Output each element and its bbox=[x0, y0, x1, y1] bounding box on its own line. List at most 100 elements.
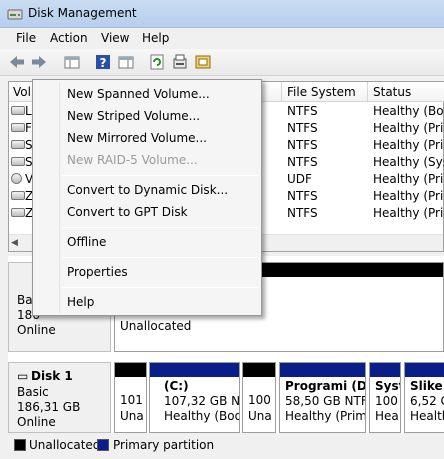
menu-item-offline[interactable]: Offline bbox=[67, 235, 106, 249]
properties-icon[interactable] bbox=[117, 53, 135, 71]
partition-title: Syst bbox=[375, 379, 400, 393]
file-system-cell: UDF bbox=[287, 172, 312, 186]
file-system-cell: NTFS bbox=[287, 189, 318, 203]
partition-size: 101 bbox=[120, 393, 143, 407]
volume-icon bbox=[11, 140, 25, 149]
legend-primary-partition: Primary partition bbox=[113, 438, 215, 452]
cd-drive-icon bbox=[11, 173, 22, 184]
partition-size: 6,52 G bbox=[410, 394, 444, 408]
volume-name-partial: L bbox=[25, 104, 32, 118]
unallocated-swatch bbox=[14, 439, 26, 451]
partition-d[interactable]: Programi (D: 58,50 GB NTFS Healthy (Prim bbox=[279, 362, 366, 433]
partition-status: Healthy (Boot, bbox=[164, 409, 239, 423]
partition-title: Slike bbox=[410, 379, 443, 393]
partition-label: Unallocated bbox=[120, 319, 192, 333]
menu-separator bbox=[62, 175, 258, 176]
menu-item-convert-to-gpt-disk[interactable]: Convert to GPT Disk bbox=[67, 205, 188, 219]
menu-item-new-striped-volume[interactable]: New Striped Volume... bbox=[67, 109, 200, 123]
partition-slike[interactable]: Slike 6,52 G Health bbox=[404, 362, 444, 433]
file-system-cell: NTFS bbox=[287, 206, 318, 220]
volume-icon bbox=[11, 106, 25, 115]
file-system-cell: NTFS bbox=[287, 104, 318, 118]
volume-icon bbox=[11, 123, 25, 132]
menu-item-new-raid5-volume: New RAID-5 Volume... bbox=[67, 153, 198, 167]
legend-unallocated: Unallocated bbox=[29, 438, 101, 452]
partition-unallocated[interactable]: 100 Una bbox=[242, 362, 276, 433]
partition-status: Una bbox=[120, 409, 144, 423]
disk-1-size: 186,31 GB bbox=[17, 400, 81, 414]
file-system-cell: NTFS bbox=[287, 138, 318, 152]
refresh-icon[interactable] bbox=[148, 53, 166, 71]
partition-status: Healthy (Prim bbox=[285, 409, 366, 423]
disk-icon: ▭ bbox=[17, 369, 29, 383]
disk-1-status: Online bbox=[17, 415, 56, 429]
partition-title: (C:) bbox=[164, 379, 189, 393]
partition-status: Hea bbox=[375, 409, 399, 423]
help-icon[interactable]: ? bbox=[94, 53, 112, 71]
column-divider[interactable] bbox=[281, 82, 282, 102]
primary-partition-swatch bbox=[97, 439, 109, 451]
partition-status: Una bbox=[248, 409, 272, 423]
svg-text:?: ? bbox=[100, 56, 107, 70]
status-cell: Healthy (Prim bbox=[373, 121, 444, 135]
title-bar: Disk Management bbox=[0, 0, 444, 28]
file-system-cell: NTFS bbox=[287, 121, 318, 135]
volume-icon bbox=[11, 208, 25, 217]
unallocated-bar bbox=[243, 363, 275, 377]
volume-name-partial: F bbox=[25, 121, 32, 135]
column-file-system[interactable]: File System bbox=[287, 85, 356, 99]
primary-bar bbox=[280, 363, 365, 377]
menu-item-new-mirrored-volume[interactable]: New Mirrored Volume... bbox=[67, 131, 207, 145]
disk-management-icon bbox=[7, 9, 23, 20]
menu-view[interactable]: View bbox=[101, 31, 129, 45]
partition-status: Health bbox=[410, 409, 444, 423]
menu-help[interactable]: Help bbox=[142, 31, 169, 45]
disk-1-row[interactable]: ▭ Disk 1 Basic 186,31 GB Online 101 Una … bbox=[8, 362, 444, 433]
legend: Unallocated Primary partition bbox=[8, 435, 444, 455]
partition-size: 100 bbox=[375, 394, 398, 408]
status-cell: Healthy (Prim bbox=[373, 138, 444, 152]
menu-bar: File Action View Help bbox=[0, 28, 444, 49]
scroll-left-icon[interactable]: ◀ bbox=[11, 238, 18, 248]
menu-item-help[interactable]: Help bbox=[67, 295, 94, 309]
console-tree-icon[interactable] bbox=[63, 53, 81, 71]
menu-file[interactable]: File bbox=[16, 31, 36, 45]
back-arrow-icon[interactable] bbox=[8, 53, 26, 71]
disk-1-name: Disk 1 bbox=[31, 369, 73, 383]
forward-arrow-icon[interactable] bbox=[30, 53, 48, 71]
menu-item-convert-to-dynamic-disk[interactable]: Convert to Dynamic Disk... bbox=[67, 183, 228, 197]
partition-system[interactable]: Syst 100 Hea bbox=[369, 362, 401, 433]
menu-action[interactable]: Action bbox=[50, 31, 88, 45]
column-status[interactable]: Status bbox=[373, 85, 411, 99]
volume-icon bbox=[11, 191, 25, 200]
file-system-cell: NTFS bbox=[287, 155, 318, 169]
primary-bar bbox=[150, 363, 239, 377]
window-title: Disk Management bbox=[28, 6, 137, 20]
menu-item-properties[interactable]: Properties bbox=[67, 265, 128, 279]
partition-size: 107,32 GB NTF bbox=[164, 394, 240, 408]
primary-bar bbox=[370, 363, 400, 377]
wizard-icon[interactable] bbox=[194, 53, 212, 71]
volume-icon bbox=[11, 157, 25, 166]
disk-0-status: Online bbox=[17, 323, 56, 337]
menu-item-new-spanned-volume[interactable]: New Spanned Volume... bbox=[67, 87, 210, 101]
toolbar: ? bbox=[0, 49, 444, 76]
partition-c[interactable]: (C:) 107,32 GB NTF Healthy (Boot, bbox=[149, 362, 240, 433]
disk-1-label[interactable]: ▭ Disk 1 Basic 186,31 GB Online bbox=[8, 362, 111, 433]
rescan-icon[interactable] bbox=[171, 53, 189, 71]
status-cell: Healthy (Prim bbox=[373, 189, 444, 203]
status-cell: Healthy (Prim bbox=[373, 172, 444, 186]
partition-size: 58,50 GB NTFS bbox=[285, 394, 365, 408]
status-cell: Healthy (Prim bbox=[373, 206, 444, 220]
partition-title: Programi (D: bbox=[285, 379, 366, 393]
primary-bar bbox=[405, 363, 444, 377]
unallocated-bar bbox=[115, 363, 146, 377]
status-cell: Healthy (Syste bbox=[373, 155, 444, 169]
menu-separator bbox=[62, 257, 258, 258]
column-divider[interactable] bbox=[367, 82, 368, 102]
partition-size: 100 bbox=[248, 393, 271, 407]
status-cell: Healthy (Boot bbox=[373, 104, 444, 118]
partition-unallocated[interactable]: 101 Una bbox=[114, 362, 147, 433]
menu-gutter bbox=[59, 82, 60, 313]
disk-1-type: Basic bbox=[17, 385, 49, 399]
